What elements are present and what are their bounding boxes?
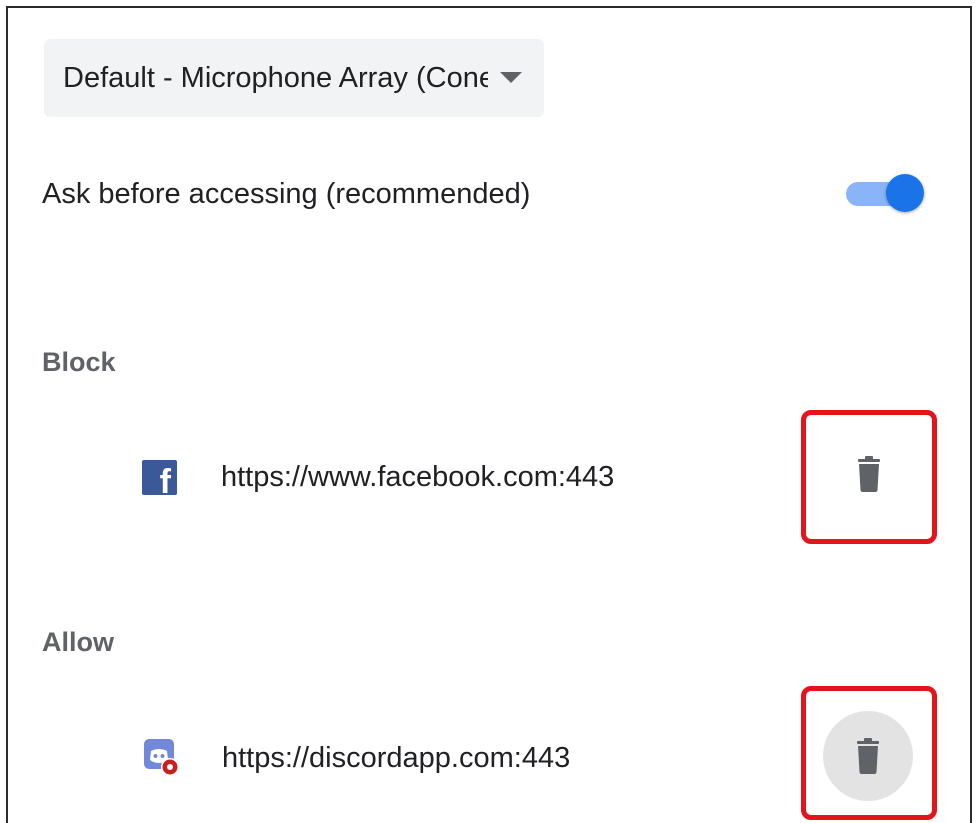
microphone-select[interactable]: Default - Microphone Array (Conexant Sma… [44,39,544,117]
ask-before-accessing-label: Ask before accessing (recommended) [42,178,531,210]
block-section-heading: Block [42,347,116,377]
allowed-site-row[interactable]: https://discordapp.com:443 [142,739,570,777]
trash-icon [857,738,879,774]
allowed-site-url: https://discordapp.com:443 [222,741,571,774]
toggle-knob [886,174,924,212]
remove-allowed-site-button[interactable] [823,711,913,801]
allow-section-heading: Allow [42,627,114,657]
trash-icon [858,456,880,492]
blocked-site-row[interactable]: f https://www.facebook.com:443 [142,460,614,495]
discord-icon [142,739,180,777]
facebook-icon: f [142,460,177,495]
remove-blocked-site-button[interactable] [825,430,913,518]
ask-before-accessing-toggle[interactable] [846,174,924,214]
blocked-site-url: https://www.facebook.com:443 [221,461,615,493]
microphone-select-value: Default - Microphone Array (Conexant Sma… [63,61,488,94]
dropdown-arrow-icon [500,72,522,83]
